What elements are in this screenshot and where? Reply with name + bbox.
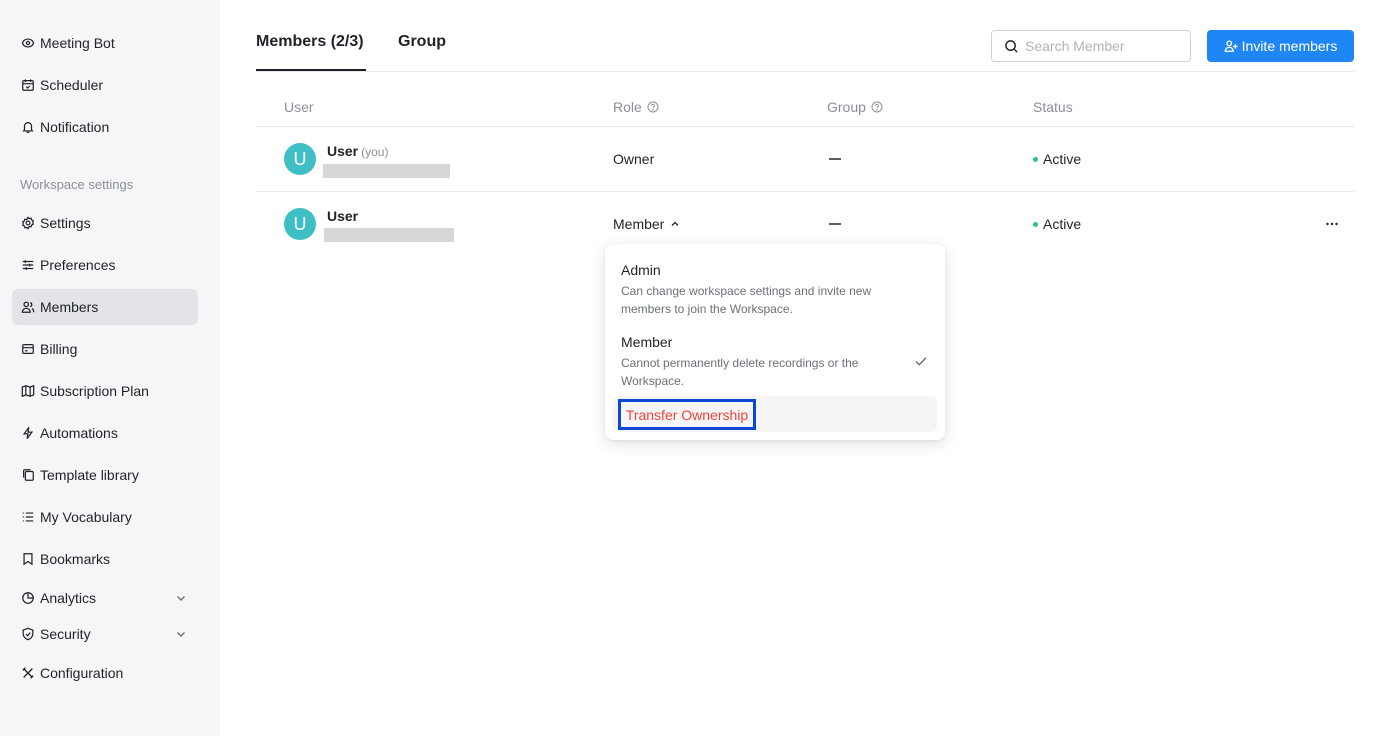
tab-group[interactable]: Group — [398, 33, 446, 51]
sidebar-item-label: Billing — [40, 341, 78, 357]
bell-icon — [20, 119, 36, 135]
sidebar-item-bookmarks[interactable]: Bookmarks — [12, 541, 198, 577]
sidebar-item-label: Meeting Bot — [40, 35, 115, 51]
sidebar-item-label: Security — [40, 626, 91, 642]
sidebar-item-settings[interactable]: Settings — [12, 205, 198, 241]
transfer-ownership-option[interactable]: Transfer Ownership — [613, 396, 937, 432]
sidebar-item-label: Template library — [40, 467, 139, 483]
column-header-user: User — [284, 99, 314, 115]
check-icon — [915, 357, 927, 366]
template-icon — [20, 467, 36, 483]
table-divider — [256, 191, 1354, 192]
role-option-admin[interactable]: Admin Can change workspace settings and … — [621, 262, 891, 318]
users-icon — [20, 299, 36, 315]
user-name: User (you) — [327, 143, 389, 159]
search-input[interactable] — [1025, 38, 1175, 54]
sidebar-item-preferences[interactable]: Preferences — [12, 247, 198, 283]
option-description: Cannot permanently delete recordings or … — [621, 356, 859, 388]
sidebar-item-scheduler[interactable]: Scheduler — [12, 67, 198, 103]
transfer-ownership-label: Transfer Ownership — [618, 399, 756, 430]
column-header-role: Role — [613, 99, 659, 115]
bot-icon — [20, 35, 36, 51]
billing-icon — [20, 341, 36, 357]
active-dot — [1033, 156, 1038, 162]
chevron-down-icon[interactable] — [174, 627, 188, 641]
chevron-down-icon[interactable] — [174, 591, 188, 605]
sidebar-item-label: Scheduler — [40, 77, 104, 93]
header-divider — [256, 71, 1354, 72]
sidebar-item-notification[interactable]: Notification — [12, 109, 198, 145]
group-empty-dash — [829, 223, 841, 225]
lightning-icon — [20, 425, 36, 441]
sidebar-item-label: Notification — [40, 119, 110, 135]
sidebar-item-analytics[interactable]: Analytics — [12, 580, 198, 616]
sidebar-item-label: Subscription Plan — [40, 383, 149, 399]
table-divider — [256, 126, 1354, 127]
sliders-icon — [20, 257, 36, 273]
sidebar-item-members[interactable]: Members — [12, 289, 198, 325]
sidebar-item-label: Settings — [40, 215, 91, 231]
option-title: Member — [621, 334, 673, 350]
search-box[interactable] — [991, 30, 1191, 62]
sidebar-item-configuration[interactable]: Configuration — [12, 655, 198, 691]
calendar-icon — [20, 77, 36, 93]
column-header-group: Group — [827, 99, 883, 115]
list-icon — [20, 509, 36, 525]
chart-pie-icon — [20, 590, 36, 606]
group-empty-dash — [829, 158, 841, 160]
sidebar-item-subscription-plan[interactable]: Subscription Plan — [12, 373, 198, 409]
role-value: Owner — [613, 151, 655, 167]
you-label: (you) — [361, 145, 389, 159]
status-badge: Active — [1033, 216, 1081, 232]
invite-members-button[interactable]: Invite members — [1207, 30, 1354, 62]
invite-members-label: Invite members — [1241, 38, 1338, 54]
sidebar-item-label: Analytics — [40, 590, 97, 606]
map-icon — [20, 383, 36, 399]
sidebar-item-label: Members — [40, 299, 99, 315]
active-dot — [1033, 221, 1038, 227]
sidebar-item-template-library[interactable]: Template library — [12, 457, 198, 493]
option-title: Admin — [621, 262, 661, 278]
search-icon — [1005, 39, 1018, 53]
more-options-icon[interactable] — [1322, 216, 1342, 232]
sidebar-item-label: Configuration — [40, 665, 124, 681]
workspace-settings-label: Workspace settings — [20, 177, 134, 192]
sidebar-item-billing[interactable]: Billing — [12, 331, 198, 367]
redacted-email — [323, 164, 450, 178]
sidebar-item-label: Bookmarks — [40, 551, 111, 567]
user-name: User — [327, 208, 359, 224]
sidebar-item-meeting-bot[interactable]: Meeting Bot — [12, 25, 198, 61]
bookmark-icon — [20, 551, 36, 567]
redacted-email — [324, 228, 454, 242]
tools-icon — [20, 665, 36, 681]
sidebar-item-automations[interactable]: Automations — [12, 415, 198, 451]
status-badge: Active — [1033, 151, 1081, 167]
avatar: U — [284, 143, 316, 175]
help-icon[interactable] — [871, 101, 883, 113]
sidebar-item-security[interactable]: Security — [12, 616, 198, 652]
option-description: Can change workspace settings and invite… — [621, 284, 872, 316]
avatar: U — [284, 208, 316, 240]
column-header-status: Status — [1033, 99, 1073, 115]
sidebar-item-label: Automations — [40, 425, 118, 441]
sidebar: Meeting Bot Scheduler Notification Works… — [0, 0, 220, 736]
sidebar-item-my-vocabulary[interactable]: My Vocabulary — [12, 499, 198, 535]
tab-members[interactable]: Members (2/3) — [256, 33, 364, 51]
gear-icon — [20, 215, 36, 231]
role-dropdown-menu: Admin Can change workspace settings and … — [605, 244, 945, 440]
chevron-up-icon — [671, 221, 679, 226]
role-dropdown-toggle[interactable]: Member — [613, 216, 680, 232]
sidebar-item-label: Preferences — [40, 257, 116, 273]
add-user-icon — [1224, 40, 1238, 52]
sidebar-item-label: My Vocabulary — [40, 509, 132, 525]
help-icon[interactable] — [647, 101, 659, 113]
role-option-member[interactable]: Member Cannot permanently delete recordi… — [621, 334, 891, 390]
shield-icon — [20, 626, 36, 642]
